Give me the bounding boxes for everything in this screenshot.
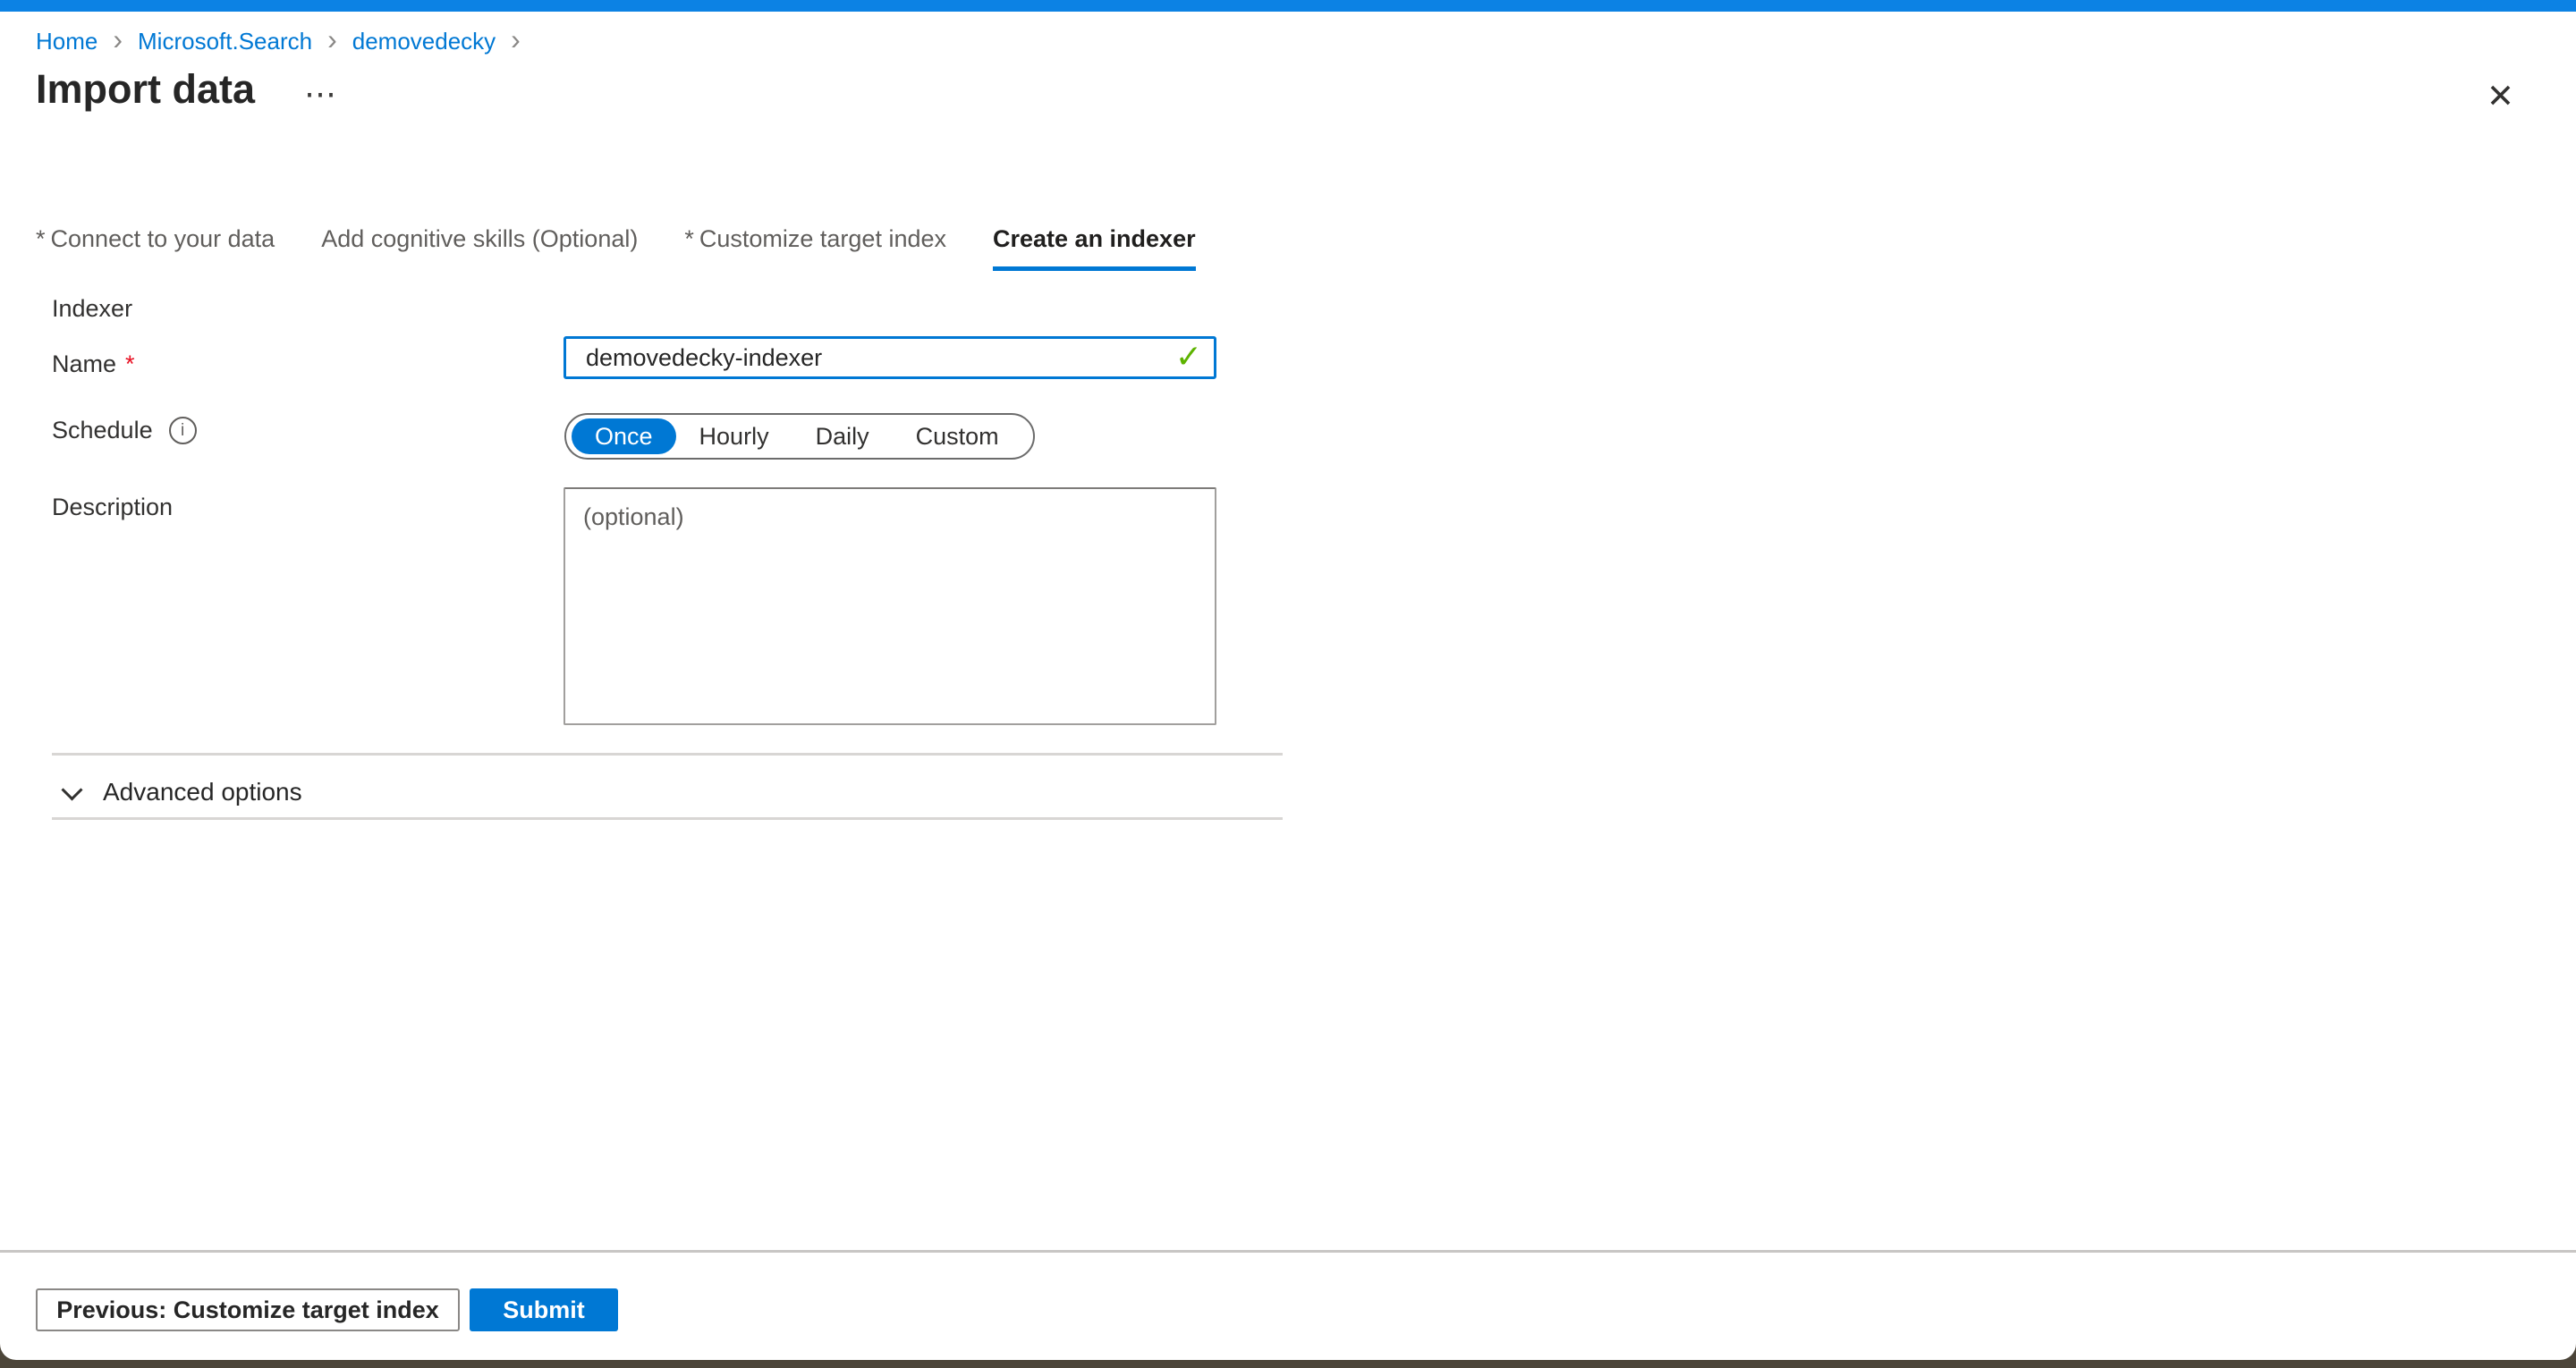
description-label: Description	[52, 494, 173, 521]
chevron-right-icon: ›	[113, 25, 123, 54]
divider	[52, 817, 1283, 820]
close-icon[interactable]: ✕	[2487, 77, 2514, 115]
info-icon[interactable]: i	[169, 417, 197, 444]
breadcrumb-demovedecky[interactable]: demovedecky	[352, 28, 496, 55]
tab-customize-target-index[interactable]: * Customize target index	[684, 225, 946, 271]
submit-button[interactable]: Submit	[470, 1288, 618, 1331]
name-input-wrap: ✓	[564, 336, 1216, 379]
breadcrumb-microsoft-search[interactable]: Microsoft.Search	[138, 28, 312, 55]
import-data-panel: Home › Microsoft.Search › demovedecky › …	[0, 0, 2576, 1360]
schedule-field-label: Schedule i	[52, 417, 197, 444]
description-textarea[interactable]	[564, 487, 1216, 725]
wizard-tabs: * Connect to your data Add cognitive ski…	[36, 225, 1196, 271]
name-label: Name	[52, 350, 116, 378]
tab-required-mark: *	[36, 225, 46, 253]
tab-required-mark: *	[684, 225, 694, 253]
schedule-option-daily[interactable]: Daily	[792, 418, 893, 454]
name-field-label: Name *	[52, 350, 135, 378]
schedule-option-custom[interactable]: Custom	[893, 418, 1022, 454]
advanced-options-toggle[interactable]: Advanced options	[64, 769, 302, 815]
breadcrumb: Home › Microsoft.Search › demovedecky ›	[36, 27, 521, 55]
advanced-options-label: Advanced options	[103, 778, 302, 806]
tab-connect-to-your-data[interactable]: * Connect to your data	[36, 225, 275, 271]
required-asterisk: *	[125, 350, 135, 378]
chevron-right-icon: ›	[327, 25, 337, 54]
schedule-option-hourly[interactable]: Hourly	[676, 418, 792, 454]
schedule-label: Schedule	[52, 417, 153, 444]
tab-label: Add cognitive skills (Optional)	[321, 225, 638, 253]
schedule-option-once[interactable]: Once	[572, 418, 676, 454]
schedule-toggle-group: Once Hourly Daily Custom	[564, 413, 1035, 460]
tab-add-cognitive-skills[interactable]: Add cognitive skills (Optional)	[321, 225, 638, 271]
chevron-right-icon: ›	[511, 25, 521, 54]
divider	[52, 753, 1283, 756]
footer-divider	[0, 1250, 2576, 1253]
tab-label: Connect to your data	[51, 225, 275, 253]
tab-label: Create an indexer	[993, 225, 1196, 253]
breadcrumb-home[interactable]: Home	[36, 28, 97, 55]
indexer-section-label: Indexer	[52, 295, 132, 323]
previous-step-button[interactable]: Previous: Customize target index	[36, 1288, 460, 1331]
page-title: Import data	[36, 66, 255, 113]
indexer-name-input[interactable]	[564, 336, 1216, 379]
tab-create-an-indexer[interactable]: Create an indexer	[993, 225, 1196, 271]
portal-top-accent-bar	[0, 0, 2576, 12]
more-menu-icon[interactable]: ⋯	[304, 75, 338, 113]
tab-label: Customize target index	[699, 225, 946, 253]
chevron-down-icon	[61, 779, 82, 800]
